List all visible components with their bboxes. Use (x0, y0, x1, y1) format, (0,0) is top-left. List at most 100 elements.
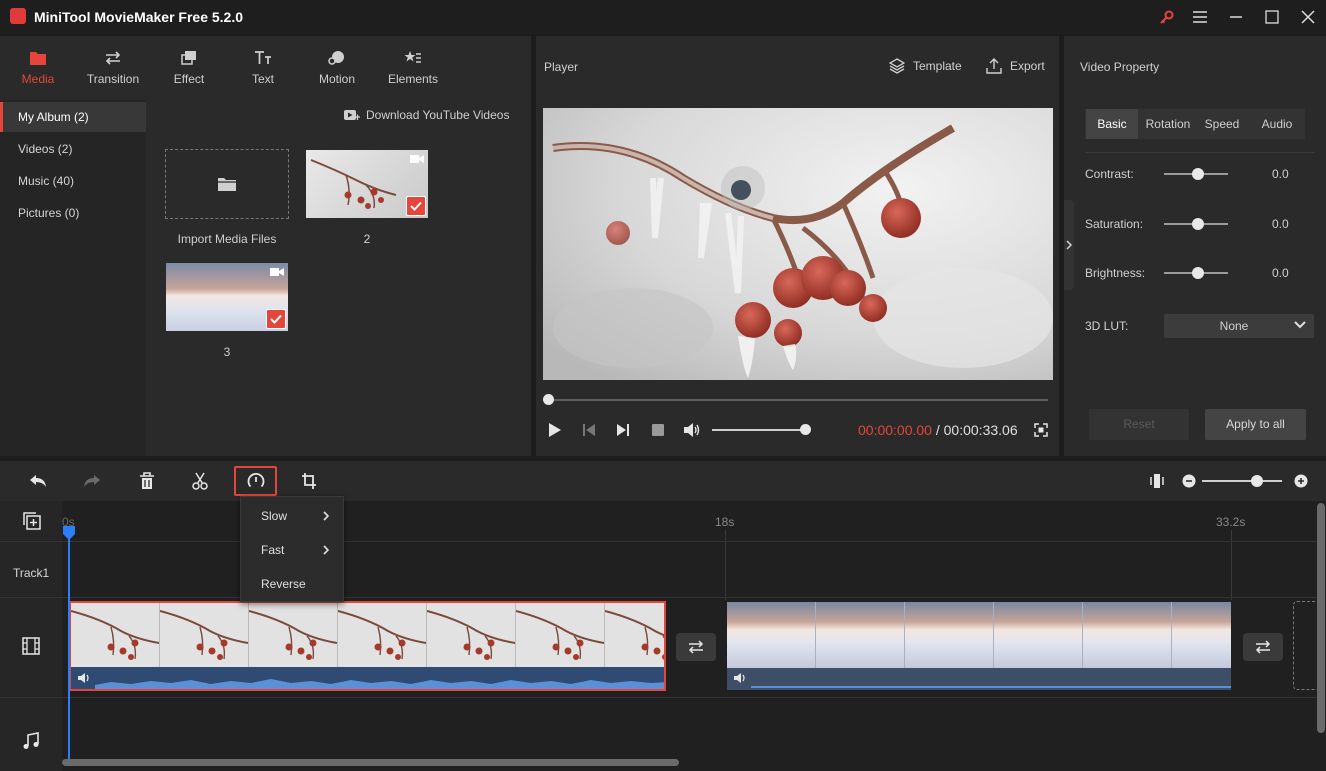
volume-slider[interactable] (712, 429, 806, 431)
play-icon[interactable] (548, 422, 562, 438)
category-music[interactable]: Music (40) (0, 166, 146, 196)
export-button[interactable]: Export (986, 58, 1045, 74)
fit-timeline-icon[interactable] (1150, 472, 1164, 490)
ruler-tick: 18s (715, 515, 735, 529)
contrast-label: Contrast: (1085, 167, 1134, 181)
volume-icon[interactable] (683, 422, 701, 438)
brightness-label: Brightness: (1085, 266, 1146, 280)
swap-arrows-icon (687, 640, 705, 654)
transition-slot-button[interactable] (676, 633, 716, 661)
menu-item-slow[interactable]: Slow (241, 499, 345, 533)
tab-label: Transition (86, 72, 140, 86)
chevron-right-icon (323, 511, 330, 521)
zoom-slider[interactable] (1202, 480, 1282, 482)
lut-dropdown[interactable]: None (1164, 314, 1314, 338)
scissors-icon[interactable] (192, 472, 208, 490)
category-videos[interactable]: Videos (2) (0, 134, 146, 164)
total-time: 00:00:33.06 (943, 422, 1018, 438)
tab-elements[interactable]: Elements (378, 48, 448, 86)
previous-frame-icon[interactable] (582, 423, 596, 437)
video-property-panel: Video Property Basic Rotation Speed Audi… (1064, 36, 1326, 456)
close-icon[interactable] (1296, 5, 1320, 29)
undo-icon[interactable] (29, 473, 47, 489)
category-my-album[interactable]: My Album (2) (0, 102, 146, 132)
menu-item-reverse[interactable]: Reverse (241, 567, 345, 601)
playhead-handle[interactable] (63, 526, 75, 540)
video-clip-selected[interactable] (69, 601, 666, 691)
speedometer-icon (247, 472, 265, 490)
redo-icon[interactable] (83, 473, 101, 489)
tab-audio[interactable]: Audio (1249, 109, 1305, 139)
tab-speed[interactable]: Speed (1196, 109, 1248, 139)
chevron-down-icon (1294, 321, 1306, 329)
panel-collapse-handle[interactable] (1064, 200, 1074, 290)
vertical-scrollbar[interactable] (1317, 503, 1325, 733)
menu-item-fast[interactable]: Fast (241, 533, 345, 567)
empty-clip-slot[interactable] (1293, 601, 1319, 690)
folder-icon (3, 48, 73, 68)
playhead[interactable] (68, 527, 70, 759)
horizontal-scrollbar[interactable] (62, 759, 679, 766)
tab-text[interactable]: Text (228, 48, 298, 86)
menu-item-label: Fast (261, 543, 285, 557)
transition-slot-button[interactable] (1243, 633, 1283, 661)
add-track-icon[interactable] (23, 512, 41, 530)
youtube-icon (344, 109, 360, 121)
seek-handle[interactable] (543, 394, 554, 405)
video-camera-icon (410, 154, 424, 164)
download-youtube-button[interactable]: Download YouTube Videos (344, 108, 509, 122)
saturation-value: 0.0 (1272, 217, 1289, 231)
video-preview[interactable] (543, 108, 1053, 380)
tab-basic[interactable]: Basic (1086, 109, 1138, 139)
export-icon (986, 58, 1002, 74)
app-logo-icon (10, 8, 26, 24)
film-icon (22, 637, 40, 655)
zoom-out-icon[interactable] (1182, 474, 1196, 488)
audio-waveform (71, 667, 664, 689)
media-thumbnail[interactable] (166, 263, 288, 331)
minimize-icon[interactable] (1224, 5, 1248, 29)
elements-icon (378, 48, 448, 68)
clip-volume-icon[interactable] (77, 672, 91, 684)
stop-icon[interactable] (652, 424, 664, 436)
transition-icon (78, 48, 148, 68)
player-panel: Player Template Export 00:00:00.00 / 00:… (536, 36, 1059, 456)
menu-item-label: Slow (261, 509, 288, 523)
menu-icon[interactable] (1188, 5, 1212, 29)
volume-handle[interactable] (800, 424, 811, 435)
category-pictures[interactable]: Pictures (0) (0, 198, 146, 228)
tab-rotation[interactable]: Rotation (1140, 109, 1196, 139)
speed-dropdown-menu: Slow Fast Reverse (240, 496, 344, 602)
tab-motion[interactable]: Motion (302, 48, 372, 86)
text-icon (228, 48, 298, 68)
download-label: Download YouTube Videos (366, 108, 510, 122)
tab-label: Motion (318, 72, 356, 86)
saturation-handle[interactable] (1192, 218, 1204, 230)
seek-bar[interactable] (548, 399, 1048, 401)
tab-media[interactable]: Media (3, 48, 73, 86)
tab-transition[interactable]: Transition (78, 48, 148, 86)
speed-button[interactable] (234, 466, 277, 496)
zoom-in-icon[interactable] (1294, 474, 1308, 488)
export-label: Export (1010, 59, 1045, 73)
tab-effect[interactable]: Effect (154, 48, 224, 86)
contrast-handle[interactable] (1192, 168, 1204, 180)
tab-label: Media (21, 72, 55, 86)
zoom-handle[interactable] (1251, 475, 1263, 487)
fullscreen-icon[interactable] (1034, 423, 1048, 437)
crop-icon[interactable] (301, 472, 317, 490)
import-media-tile[interactable] (165, 149, 289, 219)
swap-arrows-icon (1254, 640, 1272, 654)
video-clip[interactable] (727, 602, 1231, 690)
reset-button[interactable]: Reset (1089, 409, 1189, 440)
key-icon[interactable] (1155, 5, 1179, 29)
clip-volume-icon[interactable] (733, 672, 747, 684)
template-button[interactable]: Template (889, 58, 962, 74)
brightness-handle[interactable] (1192, 267, 1204, 279)
media-thumbnail[interactable] (306, 150, 428, 218)
next-frame-icon[interactable] (616, 423, 630, 437)
track-divider (0, 541, 1316, 542)
maximize-icon[interactable] (1260, 5, 1284, 29)
apply-to-all-button[interactable]: Apply to all (1205, 409, 1306, 440)
delete-icon[interactable] (139, 472, 155, 490)
